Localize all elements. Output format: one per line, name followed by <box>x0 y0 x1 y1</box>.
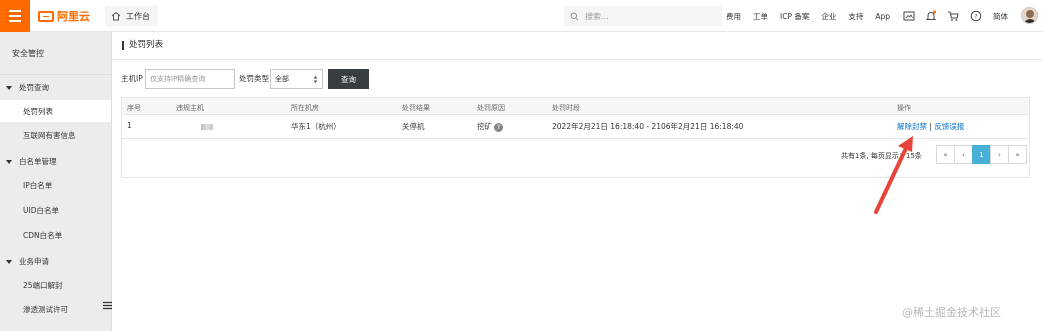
row-reason: 挖矿? <box>477 121 503 132</box>
row-period: 2022年2月21日 16:18:40 - 2106年2月21日 16:18:4… <box>552 122 744 131</box>
sidebar-item-port25-unblock[interactable]: 25端口解封 <box>0 274 111 296</box>
column-header-reason: 处罚原因 <box>477 104 505 112</box>
sidebar-item-label: IP白名单 <box>23 180 53 190</box>
column-header-result: 处罚结果 <box>402 104 430 112</box>
sidebar-item-uid-whitelist[interactable]: UID白名单 <box>0 199 111 221</box>
host-ip-label: 主机IP <box>121 74 143 83</box>
workbench-button[interactable]: 工作台 <box>105 6 158 26</box>
brand-name: 阿里云 <box>57 10 90 23</box>
column-header-period: 处罚时段 <box>552 104 580 112</box>
search-input[interactable]: 搜索... <box>564 6 722 26</box>
sidebar-item-label: 渗透测试许可 <box>23 304 68 314</box>
question-icon[interactable]: ? <box>494 122 503 132</box>
row-result: 关停机 <box>402 122 425 131</box>
nav-billing[interactable]: 费用 <box>726 11 741 22</box>
sidebar-group-whitelist[interactable]: 白名单管理 <box>6 156 57 167</box>
sidebar-title: 安全管控 <box>12 49 44 58</box>
select-arrows-icon <box>313 76 318 83</box>
host-ip-input[interactable] <box>145 69 235 89</box>
nav-tickets[interactable]: 工单 <box>753 11 768 22</box>
bell-icon[interactable] <box>925 10 937 22</box>
caret-down-icon <box>6 259 12 264</box>
top-nav-links: 费用 工单 ICP 备案 企业 支持 App <box>726 0 902 32</box>
row-reason-text: 挖矿 <box>477 122 492 131</box>
caret-down-icon <box>6 85 12 90</box>
unblock-link[interactable]: 解除封禁 <box>897 122 927 131</box>
row-index: 1 <box>127 121 132 130</box>
page-title: 处罚列表 <box>122 41 163 50</box>
penalty-type-select[interactable]: 全部 <box>270 69 323 89</box>
brand-logo[interactable]: 阿里云 <box>38 8 90 24</box>
sidebar-collapse-icon[interactable] <box>103 301 112 310</box>
page-1-button[interactable]: 1 <box>972 145 991 164</box>
column-header-actions: 操作 <box>897 104 911 112</box>
caret-down-icon <box>6 159 12 164</box>
next-page-button[interactable]: › <box>990 145 1009 164</box>
page-header: 处罚列表 <box>112 32 1043 60</box>
svg-text:?: ? <box>974 12 977 20</box>
nav-enterprise[interactable]: 企业 <box>821 11 836 22</box>
last-page-button[interactable]: » <box>1008 145 1027 164</box>
column-header-host: 违规主机 <box>176 104 204 112</box>
language-switch[interactable]: 简体 <box>993 0 1008 32</box>
home-icon <box>111 11 121 21</box>
sidebar-item-harmful-info[interactable]: 互联网有害信息 <box>0 124 111 146</box>
sidebar-group-label: 白名单管理 <box>19 157 57 166</box>
workbench-label: 工作台 <box>126 11 150 21</box>
sidebar: 安全管控 处罚查询 处罚列表 互联网有害信息 白名单管理 IP白名单 UID白名… <box>0 32 112 331</box>
sidebar-group-label: 处罚查询 <box>19 83 49 92</box>
column-header-index: 序号 <box>127 104 141 112</box>
search-placeholder: 搜索... <box>585 11 609 21</box>
sidebar-item-pentest-permit[interactable]: 渗透测试许可 <box>0 298 111 320</box>
top-navigation-bar: 阿里云 工作台 搜索... 费用 工单 ICP 备案 企业 支持 App ? 简… <box>0 0 1043 32</box>
language-label: 简体 <box>993 11 1008 21</box>
sidebar-item-label: 处罚列表 <box>23 106 53 116</box>
aliyun-logo-icon <box>38 10 54 22</box>
annotation-arrow-icon <box>874 136 913 214</box>
avatar[interactable] <box>1021 7 1038 24</box>
sidebar-group-penalty[interactable]: 处罚查询 <box>6 82 49 93</box>
sidebar-item-label: CDN白名单 <box>23 230 63 240</box>
sidebar-group-label: 业务申请 <box>19 257 49 266</box>
column-header-region: 所在机房 <box>291 104 319 112</box>
host-redacted <box>201 124 213 130</box>
penalty-type-label: 处罚类型 <box>239 74 269 83</box>
nav-icp[interactable]: ICP 备案 <box>780 11 809 22</box>
first-page-button[interactable]: « <box>936 145 955 164</box>
search-icon <box>570 12 579 20</box>
sidebar-item-penalty-list[interactable]: 处罚列表 <box>0 100 111 122</box>
action-separator: | <box>929 122 932 131</box>
sidebar-group-business[interactable]: 业务申请 <box>6 256 49 267</box>
row-region: 华东1（杭州） <box>291 122 341 131</box>
nav-support[interactable]: 支持 <box>848 11 863 22</box>
cart-icon[interactable] <box>947 10 959 22</box>
penalty-type-value: 全部 <box>275 75 289 83</box>
help-icon[interactable]: ? <box>970 10 982 22</box>
screen-icon[interactable] <box>903 10 915 22</box>
watermark: @稀土掘金技术社区 <box>902 306 1001 319</box>
pagination: « ‹ 1 › » <box>936 145 1027 164</box>
row-actions: 解除封禁 | 反馈误报 <box>897 121 964 132</box>
menu-icon[interactable] <box>0 0 30 32</box>
sidebar-item-label: 25端口解封 <box>23 280 63 290</box>
sidebar-item-ip-whitelist[interactable]: IP白名单 <box>0 174 111 196</box>
sidebar-divider <box>0 74 112 75</box>
prev-page-button[interactable]: ‹ <box>954 145 973 164</box>
query-button[interactable]: 查询 <box>328 69 369 89</box>
report-false-positive-link[interactable]: 反馈误报 <box>934 122 964 131</box>
sidebar-item-label: UID白名单 <box>23 205 59 215</box>
table-header: 序号 违规主机 所在机房 处罚结果 处罚原因 处罚时段 操作 <box>122 98 1029 115</box>
nav-app[interactable]: App <box>875 12 890 21</box>
sidebar-item-cdn-whitelist[interactable]: CDN白名单 <box>0 224 111 246</box>
sidebar-item-label: 互联网有害信息 <box>23 130 76 140</box>
